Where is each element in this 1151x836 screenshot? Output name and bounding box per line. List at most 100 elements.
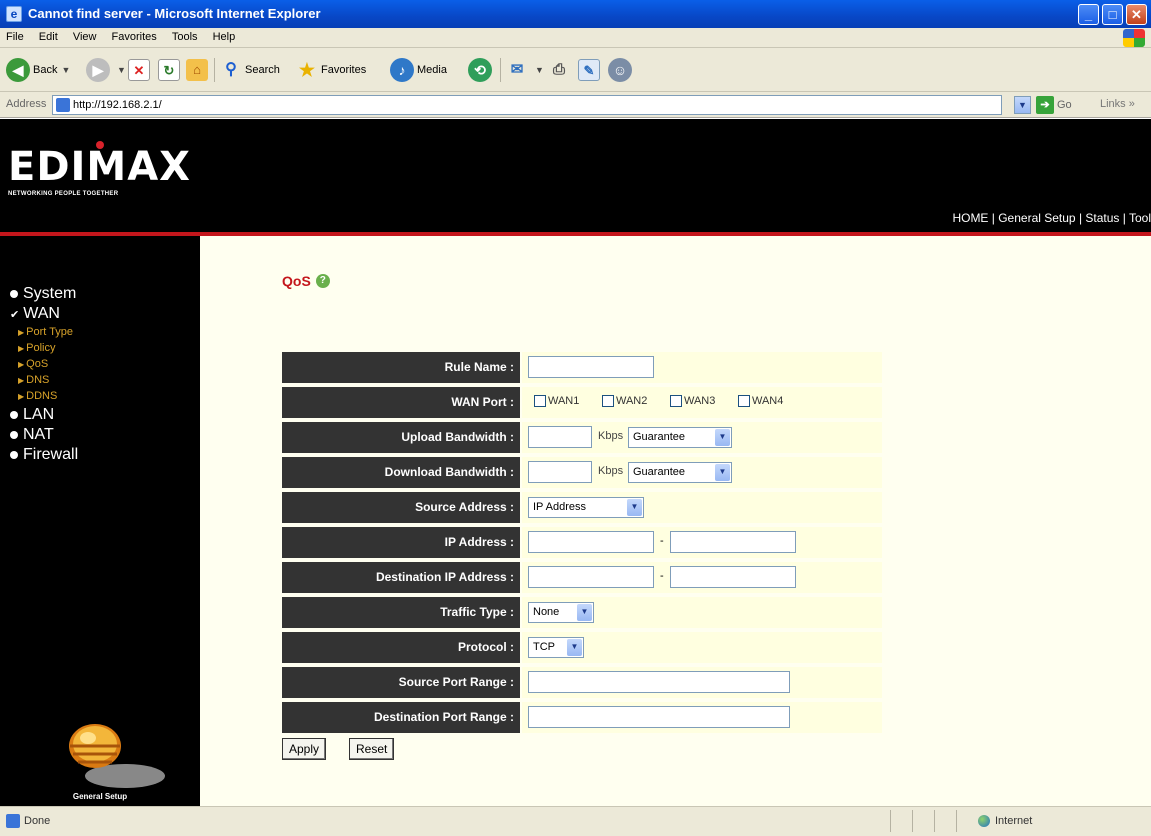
logo-tagline: NETWORKING PEOPLE TOGETHER	[8, 191, 119, 197]
sidebar-item-wan[interactable]: ✔ WAN	[10, 305, 60, 323]
menu-favorites[interactable]: Favorites	[106, 28, 163, 46]
home-icon: ⌂	[186, 59, 208, 81]
help-icon[interactable]: ?	[315, 274, 330, 288]
sidebar-item-system[interactable]: System	[10, 285, 76, 303]
menu-help[interactable]: Help	[207, 28, 242, 46]
download-unit: Kbps	[598, 465, 624, 477]
go-button[interactable]: ➔ Go	[1036, 96, 1072, 114]
chevron-down-icon: ▼	[627, 499, 642, 516]
check-icon: ✔	[10, 308, 20, 321]
wan1-checkbox[interactable]: WAN1	[534, 395, 579, 407]
page-title: QoS ?	[282, 273, 330, 289]
messenger-button[interactable]: ☺	[608, 56, 635, 84]
mail-button[interactable]: ✉ ▼	[506, 56, 544, 84]
reset-button[interactable]: Reset	[349, 738, 395, 760]
maximize-button[interactable]: □	[1102, 4, 1123, 25]
media-button[interactable]: ♪ Media	[390, 56, 447, 84]
bullet-icon	[10, 411, 18, 419]
address-input[interactable]	[52, 95, 1002, 115]
triangle-right-icon: ▶	[18, 375, 25, 385]
bullet-icon	[10, 290, 18, 298]
search-button[interactable]: ⚲ Search	[220, 56, 280, 84]
wan2-checkbox[interactable]: WAN2	[602, 395, 647, 407]
wan3-checkbox[interactable]: WAN3	[670, 395, 715, 407]
menu-edit[interactable]: Edit	[33, 28, 64, 46]
edit-button[interactable]: ✎	[578, 56, 603, 84]
general-setup-icon	[69, 724, 165, 788]
window-title: Cannot find server - Microsoft Internet …	[28, 6, 321, 21]
sidebar: System ✔ WAN ▶ Port Type ▶ Policy ▶ QoS ▶ DN…	[0, 236, 200, 806]
sidebar-item-nat[interactable]: NAT	[10, 426, 54, 444]
source-port-input[interactable]	[528, 671, 790, 693]
menu-file[interactable]: File	[0, 28, 30, 46]
sidebar-subitem-policy[interactable]: ▶ Policy	[18, 342, 56, 354]
refresh-button[interactable]: ↻	[158, 56, 183, 84]
sidebar-subitem-dns[interactable]: ▶ DNS	[18, 374, 49, 386]
sidebar-subitem-qos[interactable]: ▶ QoS	[18, 358, 48, 370]
links-label[interactable]: Links »	[1100, 98, 1135, 110]
back-button[interactable]: ◀ Back ▼	[6, 56, 70, 84]
chevron-down-icon: ▼	[535, 65, 544, 75]
ip-address-start-input[interactable]	[528, 531, 654, 553]
toolbar-divider	[214, 58, 215, 82]
destination-port-label: Destination Port Range :	[282, 702, 520, 733]
print-button[interactable]: ⎙	[548, 56, 573, 84]
destination-port-row: Destination Port Range :	[282, 702, 882, 733]
title-bar[interactable]: e Cannot find server - Microsoft Interne…	[0, 0, 1151, 28]
status-pane-divider	[912, 810, 913, 832]
sidebar-item-label: LAN	[23, 406, 55, 423]
stop-icon: ✕	[128, 59, 150, 81]
mail-icon: ✉	[510, 61, 524, 78]
sidebar-item-lan[interactable]: LAN	[10, 406, 54, 424]
menu-tools[interactable]: Tools	[166, 28, 204, 46]
edimax-logo[interactable]: EDIMAX	[8, 141, 191, 187]
chevron-down-icon: ▼	[567, 639, 582, 656]
source-address-select[interactable]: IP Address ▼	[528, 497, 644, 518]
apply-button[interactable]: Apply	[282, 738, 327, 760]
ip-address-label: IP Address :	[282, 527, 520, 558]
triangle-right-icon: ▶	[18, 391, 25, 401]
wan4-checkbox[interactable]: WAN4	[738, 395, 783, 407]
history-button[interactable]: ⟲	[468, 56, 495, 84]
refresh-icon: ↻	[158, 59, 180, 81]
upload-bandwidth-input[interactable]	[528, 426, 592, 448]
status-pane-divider	[890, 810, 891, 832]
destination-port-input[interactable]	[528, 706, 790, 728]
forward-button[interactable]: ▶ ▼	[86, 56, 126, 84]
sidebar-subitem-ddns[interactable]: ▶ DDNS	[18, 390, 57, 402]
triangle-right-icon: ▶	[18, 327, 25, 337]
messenger-icon: ☺	[608, 58, 632, 82]
traffic-type-select[interactable]: None ▼	[528, 602, 594, 623]
chevron-down-icon: ▼	[61, 65, 71, 75]
download-bandwidth-input[interactable]	[528, 461, 592, 483]
destination-ip-label: Destination IP Address :	[282, 562, 520, 593]
rule-name-input[interactable]	[528, 356, 654, 378]
destination-ip-end-input[interactable]	[670, 566, 796, 588]
ip-address-end-input[interactable]	[670, 531, 796, 553]
home-button[interactable]: ⌂	[186, 56, 211, 84]
rule-name-row: Rule Name :	[282, 352, 882, 383]
close-button[interactable]: ✕	[1126, 4, 1147, 25]
protocol-select[interactable]: TCP ▼	[528, 637, 584, 658]
media-label: Media	[417, 64, 447, 76]
general-setup-label: General Setup	[72, 792, 128, 801]
wan-port-row: WAN Port : WAN1 WAN2 WAN3 WAN4	[282, 387, 882, 418]
search-icon: ⚲	[225, 61, 237, 78]
address-dropdown-button[interactable]: ▼	[1014, 96, 1031, 114]
stop-button[interactable]: ✕	[128, 56, 153, 84]
upload-bandwidth-row: Upload Bandwidth : Kbps Guarantee ▼	[282, 422, 882, 453]
top-navigation[interactable]: HOME | General Setup | Status | Tool	[952, 211, 1151, 225]
download-mode-select[interactable]: Guarantee ▼	[628, 462, 732, 483]
sidebar-subitem-port-type[interactable]: ▶ Port Type	[18, 326, 73, 338]
destination-ip-start-input[interactable]	[528, 566, 654, 588]
chevron-down-icon: ▼	[715, 464, 730, 481]
back-label: Back	[33, 64, 58, 76]
go-arrow-icon: ➔	[1036, 96, 1054, 114]
menu-view[interactable]: View	[67, 28, 103, 46]
sidebar-item-firewall[interactable]: Firewall	[10, 446, 78, 464]
favorites-button[interactable]: ★ Favorites	[296, 56, 366, 84]
upload-mode-select[interactable]: Guarantee ▼	[628, 427, 732, 448]
sidebar-item-label: System	[23, 285, 77, 302]
minimize-button[interactable]: _	[1078, 4, 1099, 25]
sidebar-item-label: NAT	[23, 426, 54, 443]
